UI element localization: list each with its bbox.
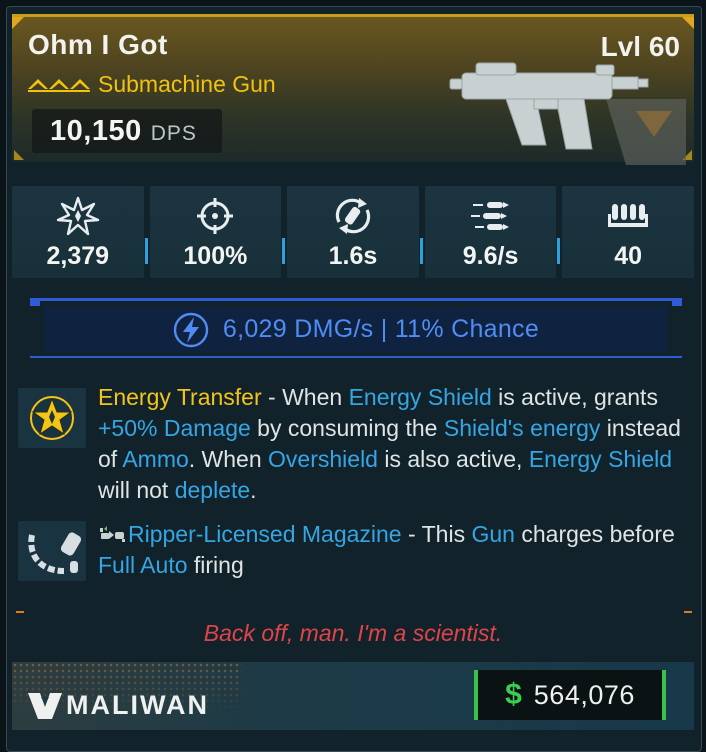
stat-value: 100% [183, 242, 248, 270]
perk-text-segment: by consuming the [250, 415, 444, 441]
element-stats: 6,029 DMG/s | 11% Chance [222, 315, 540, 343]
stat-divider [282, 238, 286, 264]
rarity-chevrons-icon [28, 78, 90, 92]
stat-magazine: 40 [562, 186, 694, 278]
divider-dash [684, 611, 692, 613]
shock-bolt-icon [173, 312, 209, 347]
perk-text-segment: . [250, 477, 257, 503]
perk-text-segment: - When [261, 384, 349, 410]
stat-divider [144, 238, 148, 264]
perk-text-segment: - This [401, 521, 472, 547]
price-box: $ 564,076 [474, 670, 666, 720]
item-footer: MALIWAN $ 564,076 [12, 662, 694, 730]
divider-dash [16, 611, 24, 613]
perk-keyword: Gun [471, 521, 515, 547]
stat-accuracy: 100% [149, 186, 286, 278]
price-value: 564,076 [533, 679, 635, 710]
magazine-icon [608, 204, 649, 227]
dps-box: 10,150 DPS [32, 109, 222, 153]
item-header: Ohm I Got Lvl 60 Submachine Gun 10,150 D… [12, 14, 694, 165]
perk-keyword: Ammo [122, 446, 189, 472]
perk-text-segment: will not [98, 477, 175, 503]
ripper-logo-icon [100, 526, 125, 542]
corner-accent [12, 17, 24, 29]
perk-icon-frame [18, 521, 86, 581]
perk-description: Energy Transfer - When Energy Shield is … [98, 382, 694, 506]
stat-damage: 2,379 [12, 186, 148, 278]
perk-keyword: Full Auto [98, 552, 188, 578]
manufacturer-brand: MALIWAN [28, 690, 209, 721]
damage-burst-icon [56, 196, 99, 236]
perk-keyword: Overshield [268, 446, 378, 472]
element-bar: 6,029 DMG/s | 11% Chance [44, 307, 668, 352]
stats-row: 2,379 100% 1.6s 9.6/s 40 [12, 186, 694, 278]
manufacturer-name: MALIWAN [66, 690, 209, 720]
perk-title: Energy Transfer [98, 384, 262, 410]
perk-text-segment: charges before [514, 521, 675, 547]
submachine-gun-icon [449, 62, 686, 165]
frame-cap [30, 298, 40, 306]
stat-divider [557, 238, 561, 264]
perk-keyword: +50% Damage [98, 415, 251, 441]
dps-unit: DPS [150, 122, 197, 145]
perk-keyword: deplete [174, 477, 251, 503]
stat-value: 9.6/s [462, 242, 519, 270]
perk-text-segment: is active, grants [491, 384, 658, 410]
weapon-type: Submachine Gun [98, 71, 276, 97]
stat-divider [419, 238, 423, 264]
perk-text-segment: . When [188, 446, 269, 472]
reload-icon [335, 198, 371, 234]
perk-keyword: Energy Shield [348, 384, 492, 410]
perk-keyword: Energy Shield [528, 446, 673, 472]
maliwan-logo-icon [28, 692, 62, 719]
stat-value: 40 [614, 242, 643, 270]
star-badge-icon [30, 396, 74, 440]
flavor-text: Back off, man. I'm a scientist. [203, 620, 503, 646]
corner-accent [14, 150, 24, 160]
frame-cap [672, 298, 682, 306]
element-bar-frame: 6,029 DMG/s | 11% Chance [30, 298, 682, 358]
crosshair-icon [197, 198, 234, 234]
perk-title: Ripper-Licensed Magazine [128, 521, 402, 547]
perk-icon-frame [18, 388, 86, 448]
fire-rate-icon [470, 202, 509, 230]
corner-accent [682, 17, 694, 29]
dps-value: 10,150 [50, 114, 142, 147]
perk-text-segment: is also active, [377, 446, 529, 472]
perk-description: Ripper-Licensed Magazine - This Gun char… [98, 519, 694, 581]
stat-value: 1.6s [328, 242, 378, 270]
rarity-row: Submachine Gun [28, 71, 276, 98]
stat-fire-rate: 9.6/s [424, 186, 561, 278]
perk-keyword: Shield's energy [443, 415, 601, 441]
perk-text-segment: firing [187, 552, 244, 578]
weapon-name: Ohm I Got [28, 29, 168, 60]
flavor-divider [16, 611, 692, 613]
stat-value: 2,379 [46, 242, 110, 270]
stat-reload: 1.6s [287, 186, 423, 278]
curved-magazine-icon [28, 532, 82, 574]
currency-icon: $ [505, 678, 522, 711]
